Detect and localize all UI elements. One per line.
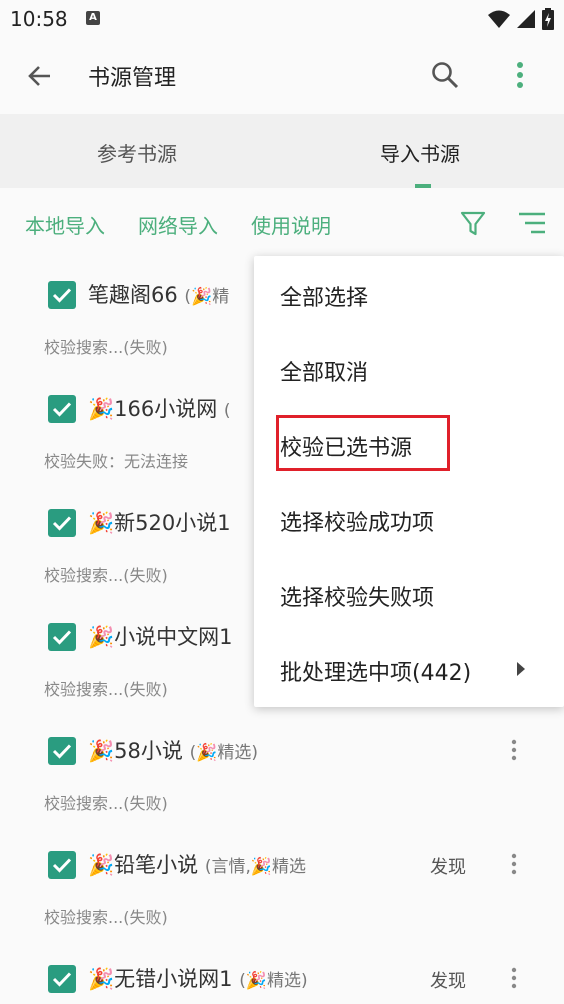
discover-button[interactable]: 发现 [430, 967, 466, 993]
more-vert-icon[interactable] [510, 60, 530, 90]
source-name: 🎉58小说 (🎉精选) [88, 739, 258, 763]
source-group: (🎉精选) [189, 743, 258, 763]
tab-bar: 参考书源 导入书源 [0, 114, 564, 188]
notification-icon: A [86, 11, 100, 25]
check-icon [52, 402, 72, 417]
checkbox[interactable] [48, 281, 76, 309]
network-import-button[interactable]: 网络导入 [138, 210, 218, 239]
menu-select-all[interactable]: 全部选择 [280, 280, 368, 312]
tab-import-sources[interactable]: 导入书源 [380, 138, 460, 167]
check-icon [52, 516, 72, 531]
filter-icon[interactable] [459, 209, 487, 237]
checkbox[interactable] [48, 851, 76, 879]
usage-guide-button[interactable]: 使用说明 [251, 210, 331, 239]
menu-deselect-all[interactable]: 全部取消 [280, 355, 368, 387]
menu-select-check-failed[interactable]: 选择校验失败项 [280, 580, 434, 612]
item-more-icon[interactable] [509, 739, 519, 761]
source-name: 🎉166小说网 ( [88, 397, 231, 421]
checkbox[interactable] [48, 965, 76, 993]
status-bar: 10:58 A [0, 0, 564, 38]
check-icon [52, 858, 72, 873]
page-title: 书源管理 [88, 66, 177, 91]
checkbox[interactable] [48, 623, 76, 651]
source-status: 校验搜索...(失败) [44, 680, 168, 699]
menu-select-check-success[interactable]: 选择校验成功项 [280, 505, 434, 537]
battery-icon [542, 8, 554, 30]
sort-icon[interactable] [517, 210, 547, 236]
checkbox[interactable] [48, 509, 76, 537]
list-item[interactable]: 🎉铅笔小说 (言情,🎉精选 校验搜索...(失败) 发现 [0, 826, 564, 940]
submenu-arrow-icon [517, 662, 525, 676]
list-item[interactable]: 🎉无错小说网1 (🎉精选) 发现 [0, 940, 564, 1004]
status-time: 10:58 [10, 7, 68, 31]
source-name: 🎉新520小说1 [88, 511, 231, 535]
signal-icon [517, 10, 535, 28]
source-group: (🎉精选) [239, 971, 308, 991]
item-more-icon[interactable] [509, 853, 519, 875]
app-toolbar: 书源管理 [0, 38, 564, 114]
checkbox[interactable] [48, 395, 76, 423]
source-group: (言情,🎉精选 [204, 857, 307, 877]
source-name: 🎉小说中文网1 [88, 625, 233, 649]
discover-button[interactable]: 发现 [430, 853, 466, 879]
source-status: 校验搜索...(失败) [44, 908, 168, 927]
tab-reference-sources[interactable]: 参考书源 [97, 138, 177, 167]
list-item[interactable]: 🎉58小说 (🎉精选) 校验搜索...(失败) [0, 712, 564, 826]
checkbox[interactable] [48, 737, 76, 765]
source-status: 校验搜索...(失败) [44, 338, 168, 357]
local-import-button[interactable]: 本地导入 [25, 210, 105, 239]
back-arrow-icon[interactable] [26, 62, 54, 90]
menu-batch-process-selected[interactable]: 批处理选中项(442) [280, 655, 471, 687]
source-status: 校验搜索...(失败) [44, 794, 168, 813]
wifi-icon [488, 10, 510, 28]
system-icons [488, 8, 554, 30]
source-name: 🎉铅笔小说 (言情,🎉精选 [88, 853, 307, 877]
source-name: 🎉无错小说网1 (🎉精选) [88, 967, 308, 991]
source-status: 校验失败：无法连接 [44, 452, 189, 471]
check-icon [52, 972, 72, 987]
search-icon[interactable] [430, 60, 460, 90]
source-group: ( [223, 401, 231, 421]
check-icon [52, 288, 72, 303]
source-group: (🎉精 [184, 287, 230, 307]
check-icon [52, 744, 72, 759]
popup-menu: 全部选择 全部取消 校验已选书源 选择校验成功项 选择校验失败项 批处理选中项(… [254, 256, 564, 707]
action-row: 本地导入 网络导入 使用说明 [0, 188, 564, 256]
highlight-box [276, 415, 450, 471]
item-more-icon[interactable] [509, 967, 519, 989]
source-name: 笔趣阁66 (🎉精 [88, 283, 230, 307]
source-status: 校验搜索...(失败) [44, 566, 168, 585]
check-icon [52, 630, 72, 645]
